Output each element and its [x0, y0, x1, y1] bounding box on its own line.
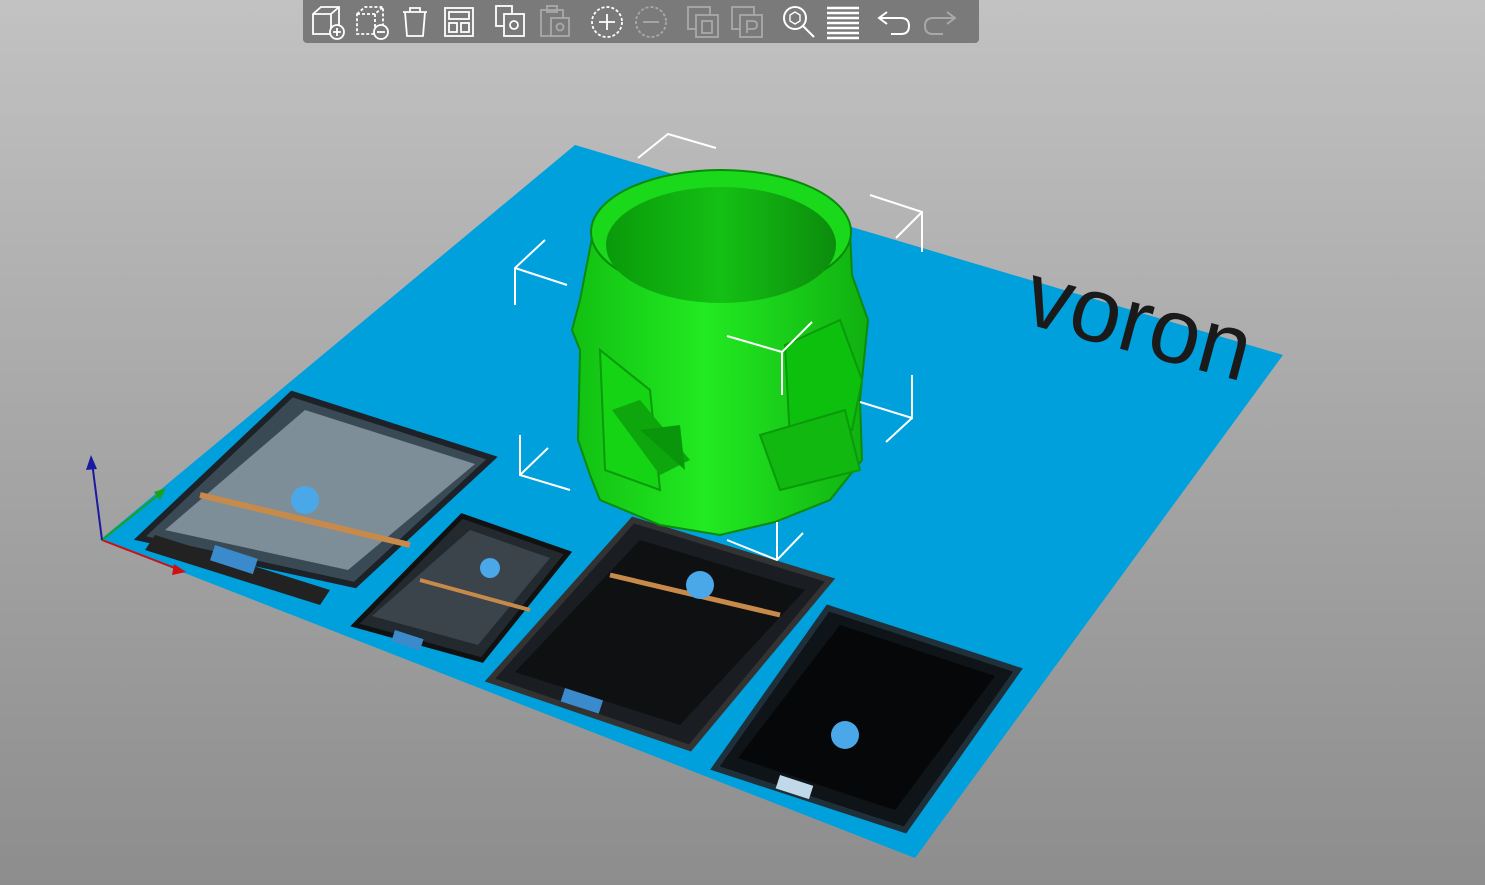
layers-editing-icon [827, 6, 859, 39]
selected-model[interactable] [570, 169, 870, 537]
split-objects-button[interactable] [681, 0, 725, 43]
delete-icon [356, 5, 389, 40]
remove-instance-button[interactable] [629, 0, 673, 43]
undo-button[interactable] [873, 0, 917, 43]
3d-viewport[interactable]: voron [0, 0, 1485, 885]
paste-button[interactable] [533, 0, 577, 43]
redo-button[interactable] [917, 0, 961, 43]
split-objects-icon [687, 5, 719, 38]
add-instance-button[interactable] [585, 0, 629, 43]
arrange-icon [444, 6, 474, 37]
search-icon [783, 5, 815, 38]
delete-all-button[interactable] [393, 0, 437, 43]
delete-all-icon [403, 6, 427, 37]
copy-button[interactable] [489, 0, 533, 43]
paste-icon [540, 4, 570, 37]
layers-editing-button[interactable] [821, 0, 865, 43]
add-button[interactable] [305, 0, 349, 43]
undo-icon [877, 10, 911, 35]
copy-icon [495, 4, 525, 37]
arrange-button[interactable] [437, 0, 481, 43]
split-parts-button[interactable] [725, 0, 769, 43]
split-parts-icon [731, 5, 763, 38]
remove-instance-icon [635, 5, 667, 38]
top-toolbar [303, 0, 979, 43]
add-instance-icon [591, 5, 623, 38]
redo-icon [923, 10, 957, 35]
add-icon [312, 5, 345, 40]
delete-button[interactable] [349, 0, 393, 43]
search-button[interactable] [777, 0, 821, 43]
